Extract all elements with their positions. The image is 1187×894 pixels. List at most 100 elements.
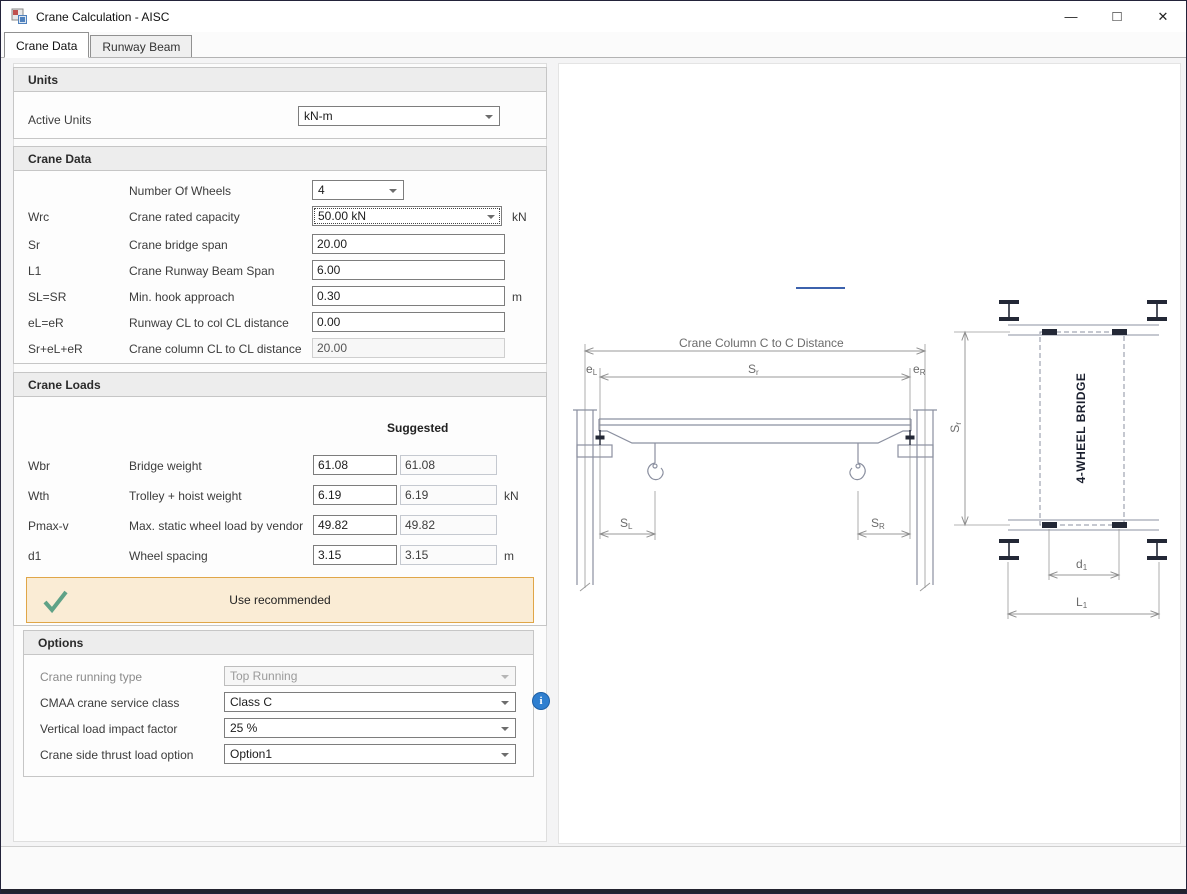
crane-rated-capacity-value: 50.00 kN xyxy=(318,209,366,223)
cmaa-class-label: CMAA crane service class xyxy=(40,696,179,710)
wheel-spacing-label: Wheel spacing xyxy=(129,549,208,563)
crane-running-type-combo: Top Running xyxy=(224,666,516,686)
chevron-down-icon xyxy=(501,675,509,679)
crane-data-section: Crane Data Number Of Wheels 4 Wrc Crane … xyxy=(13,146,547,364)
chevron-down-icon xyxy=(501,753,509,757)
column-cl-distance-input xyxy=(312,338,505,358)
active-units-value: kN-m xyxy=(304,109,333,123)
units-section: Units Active Units kN-m xyxy=(13,67,547,139)
trolley-hoist-weight-label: Trolley + hoist weight xyxy=(129,489,242,503)
impact-factor-value: 25 % xyxy=(230,721,257,735)
d1-symbol: d1 xyxy=(28,549,41,563)
app-window: Crane Calculation - AISC — □ ✕ Crane Dat… xyxy=(0,0,1187,894)
crane-loads-section-header: Crane Loads xyxy=(14,373,546,397)
plan-labels: 4-WHEEL BRIDGE Sr d1 L1 xyxy=(948,373,1088,610)
side-thrust-value: Option1 xyxy=(230,747,272,761)
svg-text:SL: SL xyxy=(620,516,633,531)
active-units-combo[interactable]: kN-m xyxy=(298,106,500,126)
min-hook-approach-label: Min. hook approach xyxy=(129,290,234,304)
crane-rated-capacity-combo[interactable]: 50.00 kN xyxy=(312,206,502,226)
runway-cl-distance-label: Runway CL to col CL distance xyxy=(129,316,289,330)
impact-factor-combo[interactable]: 25 % xyxy=(224,718,516,738)
wrc-unit: kN xyxy=(512,210,527,224)
bridge-label: 4-WHEEL BRIDGE xyxy=(1074,373,1088,484)
svg-text:SR: SR xyxy=(871,516,885,531)
diagram-panel: Crane Column C to C Distance Sr eL eR SL… xyxy=(558,63,1181,844)
svg-text:eR: eR xyxy=(913,362,926,377)
bridge-weight-suggested xyxy=(400,455,497,475)
wth-unit: kN xyxy=(504,489,519,503)
wrc-symbol: Wrc xyxy=(28,210,49,224)
bridge-weight-label: Bridge weight xyxy=(129,459,202,473)
options-section-header: Options xyxy=(24,631,533,655)
l1-symbol: L1 xyxy=(28,264,41,278)
svg-text:Sr: Sr xyxy=(948,422,963,433)
cmaa-class-combo[interactable]: Class C xyxy=(224,692,516,712)
window-title: Crane Calculation - AISC xyxy=(36,10,169,24)
chevron-down-icon xyxy=(501,727,509,731)
elevation-labels: Crane Column C to C Distance Sr eL eR SL… xyxy=(586,336,926,531)
min-hook-approach-input[interactable] xyxy=(312,286,505,306)
eler-symbol: eL=eR xyxy=(28,316,64,330)
app-icon xyxy=(11,8,28,25)
number-of-wheels-label: Number Of Wheels xyxy=(129,184,231,198)
wheel-spacing-suggested xyxy=(400,545,497,565)
svg-text:L1: L1 xyxy=(1076,595,1088,610)
bridge-weight-input[interactable] xyxy=(313,455,397,475)
minimize-button[interactable]: — xyxy=(1048,1,1094,32)
number-of-wheels-combo[interactable]: 4 xyxy=(312,180,404,200)
maximize-button[interactable]: □ xyxy=(1094,1,1140,32)
options-section: Options Crane running type Top Running C… xyxy=(23,630,534,777)
svg-text:Sr: Sr xyxy=(748,362,759,377)
crane-running-type-label: Crane running type xyxy=(40,670,142,684)
crane-loads-section: Crane Loads Suggested Wbr Bridge weight … xyxy=(13,372,547,626)
crane-bridge-span-input[interactable] xyxy=(312,234,505,254)
chevron-down-icon xyxy=(487,215,495,219)
top-dim-label: Crane Column C to C Distance xyxy=(679,336,844,350)
max-wheel-load-suggested xyxy=(400,515,497,535)
chevron-down-icon xyxy=(485,115,493,119)
d1-unit: m xyxy=(504,549,514,563)
tab-runway-beam[interactable]: Runway Beam xyxy=(90,35,192,57)
side-thrust-combo[interactable]: Option1 xyxy=(224,744,516,764)
elevation-dimensions xyxy=(580,344,930,591)
use-recommended-button[interactable]: Use recommended xyxy=(26,577,534,623)
impact-factor-label: Vertical load impact factor xyxy=(40,722,177,736)
chevron-down-icon xyxy=(501,701,509,705)
slsr-symbol: SL=SR xyxy=(28,290,66,304)
runway-cl-distance-input[interactable] xyxy=(312,312,505,332)
number-of-wheels-value: 4 xyxy=(318,183,325,197)
chevron-down-icon xyxy=(389,189,397,193)
pmaxv-symbol: Pmax-v xyxy=(28,519,69,533)
max-wheel-load-input[interactable] xyxy=(313,515,397,535)
elevation-structure xyxy=(573,410,937,585)
column-cl-distance-label: Crane column CL to CL distance xyxy=(129,342,302,356)
crane-rated-capacity-label: Crane rated capacity xyxy=(129,210,240,224)
cmaa-class-value: Class C xyxy=(230,695,272,709)
runway-beam-span-label: Crane Runway Beam Span xyxy=(129,264,274,278)
plan-dimensions xyxy=(954,332,1159,619)
max-wheel-load-label: Max. static wheel load by vendor xyxy=(129,519,303,533)
units-section-header: Units xyxy=(14,68,546,92)
crane-data-section-header: Crane Data xyxy=(14,147,546,171)
sreler-symbol: Sr+eL+eR xyxy=(28,342,83,356)
crane-bridge-span-label: Crane bridge span xyxy=(129,238,228,252)
window-controls: — □ ✕ xyxy=(1048,1,1186,32)
info-icon[interactable]: i xyxy=(532,692,550,710)
crane-running-type-value: Top Running xyxy=(230,669,297,683)
trolley-hoist-weight-suggested xyxy=(400,485,497,505)
sr-symbol: Sr xyxy=(28,238,40,252)
close-button[interactable]: ✕ xyxy=(1140,1,1186,32)
title-bar: Crane Calculation - AISC — □ ✕ xyxy=(1,1,1186,32)
slsr-unit: m xyxy=(512,290,522,304)
active-units-label: Active Units xyxy=(28,113,91,127)
wth-symbol: Wth xyxy=(28,489,49,503)
svg-text:eL: eL xyxy=(586,362,598,377)
wbr-symbol: Wbr xyxy=(28,459,50,473)
runway-beam-span-input[interactable] xyxy=(312,260,505,280)
footer-bar: Cancel OK xyxy=(1,846,1186,889)
trolley-hoist-weight-input[interactable] xyxy=(313,485,397,505)
tab-crane-data[interactable]: Crane Data xyxy=(4,32,89,58)
check-icon xyxy=(41,587,69,615)
wheel-spacing-input[interactable] xyxy=(313,545,397,565)
